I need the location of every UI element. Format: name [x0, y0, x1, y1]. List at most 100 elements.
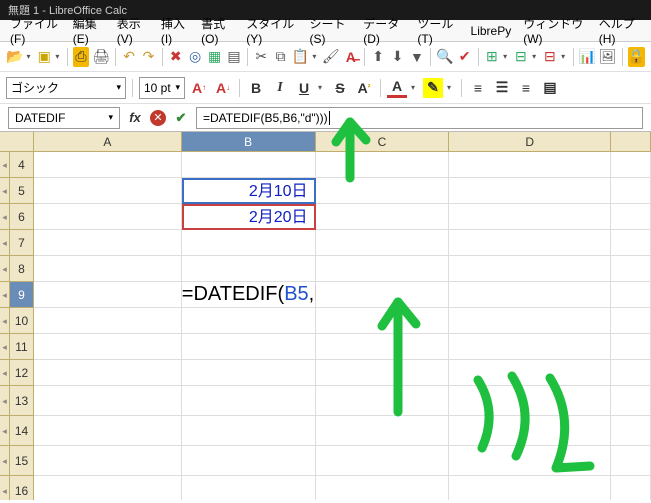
- cell-B9[interactable]: =DATEDIF(B5,B6,"d"))): [182, 282, 316, 308]
- cell-D5[interactable]: [449, 178, 611, 204]
- row-header-14[interactable]: 14: [10, 416, 34, 446]
- cancel-icon[interactable]: ✕: [150, 110, 166, 126]
- cell-C9[interactable]: [316, 282, 450, 308]
- row-header-13[interactable]: 13: [10, 386, 34, 416]
- cell-15[interactable]: [611, 446, 651, 476]
- dropdown-icon[interactable]: ▾: [411, 83, 419, 92]
- copy-icon[interactable]: ⧉: [272, 47, 288, 67]
- name-box[interactable]: DATEDIF ▾: [8, 107, 120, 129]
- cell-C13[interactable]: [316, 386, 450, 416]
- column-header-A[interactable]: A: [34, 132, 182, 152]
- select-all-corner[interactable]: [0, 132, 34, 152]
- row-handle[interactable]: ◂: [0, 282, 10, 308]
- save-icon[interactable]: ▣: [36, 47, 52, 67]
- cell-A13[interactable]: [34, 386, 182, 416]
- cell-C5[interactable]: [316, 178, 450, 204]
- cell-B7[interactable]: [182, 230, 316, 256]
- cell-13[interactable]: [611, 386, 651, 416]
- export-pdf-icon[interactable]: ⎙: [73, 47, 89, 67]
- menu-format[interactable]: 書式(O): [195, 13, 240, 48]
- dropdown-icon[interactable]: ▾: [318, 83, 326, 92]
- dropdown-icon[interactable]: ▾: [55, 52, 62, 61]
- row-header-5[interactable]: 5: [10, 178, 34, 204]
- shrink-font-icon[interactable]: A↓: [213, 78, 233, 98]
- clone-formatting-icon[interactable]: 🖌: [322, 47, 340, 67]
- row-handle[interactable]: ◂: [0, 360, 10, 386]
- autofilter-icon[interactable]: ▼: [409, 47, 425, 67]
- align-left-icon[interactable]: ≡: [468, 78, 488, 98]
- cell-16[interactable]: [611, 476, 651, 500]
- cell-A5[interactable]: [34, 178, 182, 204]
- cell-6[interactable]: [611, 204, 651, 230]
- menu-insert[interactable]: 挿入(I): [155, 13, 195, 48]
- row-handle[interactable]: ◂: [0, 256, 10, 282]
- menu-sheet[interactable]: シート(S): [304, 13, 358, 48]
- spellcheck-icon[interactable]: ✔: [456, 47, 472, 67]
- row-handle[interactable]: ◂: [0, 386, 10, 416]
- font-size-combo[interactable]: 10 pt ▾: [139, 77, 185, 99]
- column-header-D[interactable]: D: [449, 132, 611, 152]
- cell-D7[interactable]: [449, 230, 611, 256]
- datasources-icon[interactable]: ▤: [226, 47, 242, 67]
- cell-D10[interactable]: [449, 308, 611, 334]
- cell-B4[interactable]: [182, 152, 316, 178]
- cell-D16[interactable]: [449, 476, 611, 500]
- dropdown-icon[interactable]: ▾: [312, 52, 319, 61]
- cell-14[interactable]: [611, 416, 651, 446]
- row-handle[interactable]: ◂: [0, 152, 10, 178]
- row-header-6[interactable]: 6: [10, 204, 34, 230]
- font-color-icon[interactable]: A: [387, 78, 407, 98]
- cell-10[interactable]: [611, 308, 651, 334]
- cell-D6[interactable]: [449, 204, 611, 230]
- paste-icon[interactable]: 📋: [292, 47, 309, 67]
- row-handle[interactable]: ◂: [0, 476, 10, 500]
- row-header-10[interactable]: 10: [10, 308, 34, 334]
- dropdown-icon[interactable]: ▾: [561, 52, 568, 61]
- cell-grid[interactable]: 2月10日2月20日=DATEDIF(B5,B6,"d"))): [34, 152, 651, 500]
- menu-file[interactable]: ファイル(F): [4, 13, 67, 48]
- dropdown-icon[interactable]: ▾: [26, 52, 33, 61]
- close-icon[interactable]: ✖: [168, 47, 184, 67]
- cell-B16[interactable]: [182, 476, 316, 500]
- cell-C15[interactable]: [316, 446, 450, 476]
- accept-icon[interactable]: ✔: [172, 109, 190, 127]
- lock-icon[interactable]: 🔒: [628, 47, 645, 67]
- column-header-B[interactable]: B: [182, 132, 316, 152]
- cell-D8[interactable]: [449, 256, 611, 282]
- cell-C12[interactable]: [316, 360, 450, 386]
- cell-C14[interactable]: [316, 416, 450, 446]
- cell-B12[interactable]: [182, 360, 316, 386]
- cell-11[interactable]: [611, 334, 651, 360]
- cell-C6[interactable]: [316, 204, 450, 230]
- insert-col-icon[interactable]: ⊟: [513, 47, 529, 67]
- row-header-7[interactable]: 7: [10, 230, 34, 256]
- row-header-8[interactable]: 8: [10, 256, 34, 282]
- sort-desc-icon[interactable]: ⬇: [389, 47, 405, 67]
- find-icon[interactable]: 🔍: [436, 47, 453, 67]
- menu-view[interactable]: 表示(V): [111, 13, 155, 48]
- cell-9[interactable]: [611, 282, 651, 308]
- cell-B10[interactable]: [182, 308, 316, 334]
- align-center-icon[interactable]: ☰: [492, 78, 512, 98]
- highlight-color-icon[interactable]: ✎: [423, 78, 443, 98]
- cell-C11[interactable]: [316, 334, 450, 360]
- row-header-11[interactable]: 11: [10, 334, 34, 360]
- cell-B5[interactable]: 2月10日: [182, 178, 316, 204]
- cell-B15[interactable]: [182, 446, 316, 476]
- font-name-combo[interactable]: ゴシック ▾: [6, 77, 126, 99]
- formula-input[interactable]: =DATEDIF(B5,B6,"d"))): [196, 107, 643, 129]
- row-header-16[interactable]: 16: [10, 476, 34, 500]
- strike-icon[interactable]: S: [330, 78, 350, 98]
- cell-A16[interactable]: [34, 476, 182, 500]
- menu-tools[interactable]: ツール(T): [411, 13, 464, 48]
- cell-5[interactable]: [611, 178, 651, 204]
- cell-A7[interactable]: [34, 230, 182, 256]
- cell-C8[interactable]: [316, 256, 450, 282]
- cell-A8[interactable]: [34, 256, 182, 282]
- row-handle[interactable]: ◂: [0, 446, 10, 476]
- row-handle[interactable]: ◂: [0, 416, 10, 446]
- row-handle[interactable]: ◂: [0, 230, 10, 256]
- cell-D14[interactable]: [449, 416, 611, 446]
- row-handle[interactable]: ◂: [0, 334, 10, 360]
- cell-C7[interactable]: [316, 230, 450, 256]
